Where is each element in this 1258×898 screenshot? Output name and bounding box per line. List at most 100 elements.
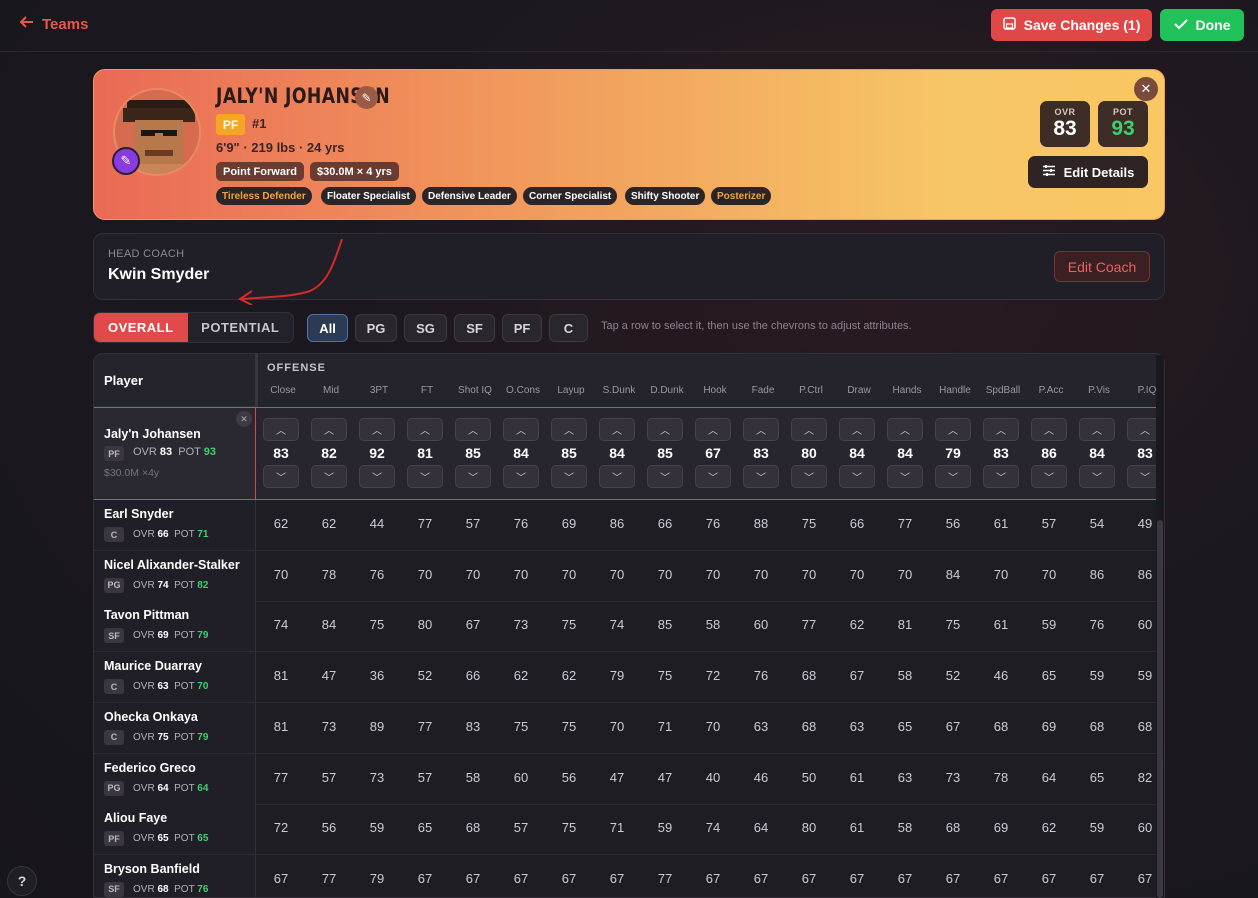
decrement-button[interactable]: ﹀ <box>455 465 491 488</box>
filter-all[interactable]: All <box>307 314 348 342</box>
increment-button[interactable]: ︿ <box>599 418 635 441</box>
chevron-up-icon: ︿ <box>468 426 478 437</box>
increment-button[interactable]: ︿ <box>1079 418 1115 441</box>
attribute-cell: 78 <box>321 566 337 582</box>
save-changes-button[interactable]: Save Changes (1) <box>991 9 1152 41</box>
chevron-up-icon: ︿ <box>660 426 670 437</box>
increment-button[interactable]: ︿ <box>839 418 875 441</box>
increment-button[interactable]: ︿ <box>551 418 587 441</box>
edit-avatar-button[interactable]: ✎ <box>112 147 140 175</box>
tab-overall[interactable]: OVERALL <box>94 313 188 342</box>
decrement-button[interactable]: ﹀ <box>839 465 875 488</box>
edit-name-button[interactable]: ✎ <box>355 86 378 109</box>
player-name: Tavon Pittman <box>104 608 190 623</box>
increment-button[interactable]: ︿ <box>647 418 683 441</box>
increment-button[interactable]: ︿ <box>359 418 395 441</box>
increment-button[interactable]: ︿ <box>935 418 971 441</box>
decrement-button[interactable]: ﹀ <box>1079 465 1115 488</box>
scrollbar-thumb[interactable] <box>1157 520 1163 898</box>
increment-button[interactable]: ︿ <box>983 418 1019 441</box>
decrement-button[interactable]: ﹀ <box>503 465 539 488</box>
increment-button[interactable]: ︿ <box>1031 418 1067 441</box>
decrement-button[interactable]: ﹀ <box>743 465 779 488</box>
increment-button[interactable]: ︿ <box>311 418 347 441</box>
decrement-button[interactable]: ﹀ <box>935 465 971 488</box>
decrement-button[interactable]: ﹀ <box>263 465 299 488</box>
attribute-cell: 80 <box>417 617 433 633</box>
increment-button[interactable]: ︿ <box>695 418 731 441</box>
decrement-button[interactable]: ﹀ <box>311 465 347 488</box>
increment-button[interactable]: ︿ <box>455 418 491 441</box>
edit-details-button[interactable]: Edit Details <box>1028 156 1148 188</box>
decrement-button[interactable]: ﹀ <box>983 465 1019 488</box>
filter-pg[interactable]: PG <box>355 314 397 342</box>
table-row[interactable]: Ohecka Onkaya C OVR 75 POT 79 81 73 89 77 83 75 7… <box>94 702 1158 754</box>
player-ratings: OVR 65 POT 65 <box>133 833 209 845</box>
player-name: Ohecka Onkaya <box>104 709 198 724</box>
attribute-cell: 78 <box>993 769 1009 785</box>
attribute-cell: 59 <box>1041 617 1057 633</box>
attribute-cell: 67 <box>801 870 817 886</box>
table-row[interactable]: Tavon Pittman SF OVR 69 POT 79 74 84 75 80 67 73… <box>94 601 1158 653</box>
decrement-button[interactable]: ﹀ <box>599 465 635 488</box>
increment-button[interactable]: ︿ <box>743 418 779 441</box>
decrement-button[interactable]: ﹀ <box>791 465 827 488</box>
archetype-tag: Point Forward <box>216 162 304 181</box>
column-header: P.Ctrl <box>799 385 823 396</box>
chevron-up-icon: ︿ <box>1092 426 1102 437</box>
increment-button[interactable]: ︿ <box>503 418 539 441</box>
decrement-button[interactable]: ﹀ <box>695 465 731 488</box>
attribute-cell: 54 <box>1089 516 1105 531</box>
close-card-button[interactable]: ✕ <box>1134 77 1158 101</box>
edit-coach-button[interactable]: Edit Coach <box>1054 251 1150 282</box>
chevron-down-icon: ﹀ <box>1140 473 1150 484</box>
increment-button[interactable]: ︿ <box>407 418 443 441</box>
decrement-button[interactable]: ﹀ <box>647 465 683 488</box>
decrement-button[interactable]: ﹀ <box>359 465 395 488</box>
attribute-cell: 81 <box>273 718 289 734</box>
help-button[interactable]: ? <box>7 866 37 896</box>
chevron-up-icon: ︿ <box>996 426 1006 437</box>
decrement-button[interactable]: ﹀ <box>1031 465 1067 488</box>
decrement-button[interactable]: ﹀ <box>551 465 587 488</box>
deselect-button[interactable]: ✕ <box>236 411 252 427</box>
table-row[interactable]: Maurice Duarray C OVR 63 POT 70 81 47 36 52 66 6… <box>94 652 1158 704</box>
column-header: FT <box>420 385 434 396</box>
filter-sf[interactable]: SF <box>454 314 495 342</box>
increment-button[interactable]: ︿ <box>791 418 827 441</box>
table-row[interactable]: Bryson Banfield SF OVR 68 POT 76 67 77 79 67 67… <box>94 854 1158 897</box>
position-badge: PF <box>216 114 245 135</box>
increment-button[interactable]: ︿ <box>263 418 299 441</box>
player-cell: Tavon Pittman SF OVR 69 POT 79 <box>94 601 256 652</box>
player-name: Nicel Alixander-Stalker <box>104 557 240 572</box>
selected-player-row[interactable]: ✕ Jaly'n Johansen PF OVR 83 POT 93 $30.0… <box>94 407 1163 500</box>
filter-sg[interactable]: SG <box>404 314 447 342</box>
attribute-cell: 66 <box>465 668 481 684</box>
table-row[interactable]: Federico Greco PG OVR 64 POT 64 77 57 73 57 58 6… <box>94 753 1158 805</box>
chevron-up-icon: ︿ <box>516 426 526 437</box>
filter-pf[interactable]: PF <box>502 314 542 342</box>
done-button[interactable]: Done <box>1160 9 1244 41</box>
column-header: Draw <box>847 385 871 396</box>
attribute-cell: 83 <box>465 718 481 734</box>
player-cell: Maurice Duarray C OVR 63 POT 70 <box>94 652 256 703</box>
tab-potential[interactable]: POTENTIAL <box>188 313 293 342</box>
attribute-cell: 67 <box>897 870 913 886</box>
ovr-value: 75 <box>157 731 169 743</box>
pot-value: 82 <box>197 579 209 591</box>
attribute-cell: 46 <box>753 769 769 785</box>
decrement-button[interactable]: ﹀ <box>887 465 923 488</box>
table-row[interactable]: Earl Snyder C OVR 66 POT 71 62 62 44 77 57 76 69 8… <box>94 500 1158 551</box>
increment-button[interactable]: ︿ <box>887 418 923 441</box>
chevron-down-icon: ﹀ <box>420 473 430 484</box>
filter-c[interactable]: C <box>549 314 588 342</box>
chevron-up-icon: ︿ <box>324 426 334 437</box>
decrement-button[interactable]: ﹀ <box>407 465 443 488</box>
table-row[interactable]: Nicel Alixander-Stalker PG OVR 74 POT 82 70… <box>94 550 1158 602</box>
attribute-cell: 75 <box>369 617 385 633</box>
attribute-cell: 68 <box>945 820 961 836</box>
attribute-cell: 62 <box>513 668 529 684</box>
attribute-cell: 76 <box>753 668 769 684</box>
table-row[interactable]: Aliou Faye PF OVR 65 POT 65 72 56 59 65 68 57 75 7… <box>94 804 1158 856</box>
back-to-teams-link[interactable]: Teams <box>19 15 88 33</box>
